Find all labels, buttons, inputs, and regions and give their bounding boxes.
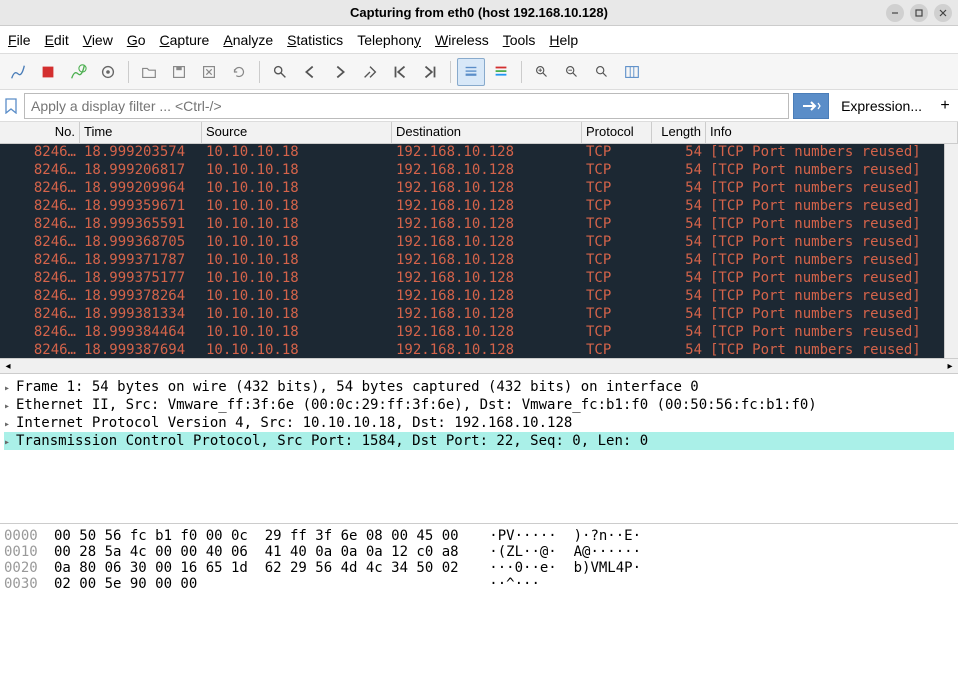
filter-bar: Expression... +: [0, 90, 958, 122]
menu-capture[interactable]: Capture: [160, 32, 210, 48]
tree-row[interactable]: ▸Ethernet II, Src: Vmware_ff:3f:6e (00:0…: [4, 396, 954, 414]
fin-icon[interactable]: [4, 58, 32, 86]
go-first-button[interactable]: [386, 58, 414, 86]
save-file-button[interactable]: [165, 58, 193, 86]
tree-row[interactable]: ▸Internet Protocol Version 4, Src: 10.10…: [4, 414, 954, 432]
column-no[interactable]: No.: [0, 122, 80, 143]
go-forward-button[interactable]: [326, 58, 354, 86]
tree-row[interactable]: ▸Frame 1: 54 bytes on wire (432 bits), 5…: [4, 378, 954, 396]
packet-row[interactable]: 8246…18.99937517710.10.10.18192.168.10.1…: [0, 270, 958, 288]
packet-row[interactable]: 8246…18.99936870510.10.10.18192.168.10.1…: [0, 234, 958, 252]
find-button[interactable]: [266, 58, 294, 86]
menu-help[interactable]: Help: [549, 32, 578, 48]
menu-edit[interactable]: Edit: [45, 32, 69, 48]
menu-analyze[interactable]: Analyze: [223, 32, 273, 48]
colorize-button[interactable]: [487, 58, 515, 86]
toolbar: [0, 54, 958, 90]
open-file-button[interactable]: [135, 58, 163, 86]
window-title: Capturing from eth0 (host 192.168.10.128…: [350, 5, 608, 20]
zoom-out-button[interactable]: [558, 58, 586, 86]
menu-view[interactable]: View: [83, 32, 113, 48]
menu-file[interactable]: File: [8, 32, 31, 48]
go-back-button[interactable]: [296, 58, 324, 86]
packet-list-pane: No. Time Source Destination Protocol Len…: [0, 122, 958, 358]
maximize-button[interactable]: [910, 4, 928, 22]
packet-row[interactable]: 8246…18.99935967110.10.10.18192.168.10.1…: [0, 198, 958, 216]
filter-apply-button[interactable]: [793, 93, 829, 119]
expression-button[interactable]: Expression...: [833, 93, 930, 119]
column-destination[interactable]: Destination: [392, 122, 582, 143]
horizontal-scrollbar[interactable]: ◂▸: [0, 358, 958, 374]
stop-capture-button[interactable]: [34, 58, 62, 86]
resize-columns-button[interactable]: [618, 58, 646, 86]
close-file-button[interactable]: [195, 58, 223, 86]
expand-icon[interactable]: ▸: [4, 383, 16, 394]
menu-telephony[interactable]: Telephony: [357, 32, 421, 48]
tree-row[interactable]: ▸Transmission Control Protocol, Src Port…: [4, 432, 954, 450]
packet-row[interactable]: 8246…18.99920357410.10.10.18192.168.10.1…: [0, 144, 958, 162]
expand-icon[interactable]: ▸: [4, 401, 16, 412]
hex-row[interactable]: 00200a 80 06 30 00 16 65 1d 62 29 56 4d …: [4, 560, 954, 576]
hex-row[interactable]: 001000 28 5a 4c 00 00 40 06 41 40 0a 0a …: [4, 544, 954, 560]
packet-details-pane[interactable]: ▸Frame 1: 54 bytes on wire (432 bits), 5…: [0, 374, 958, 524]
column-time[interactable]: Time: [80, 122, 202, 143]
add-filter-button[interactable]: +: [934, 93, 956, 119]
packet-row[interactable]: 8246…18.99920996410.10.10.18192.168.10.1…: [0, 180, 958, 198]
restart-capture-button[interactable]: [64, 58, 92, 86]
packet-row[interactable]: 8246…18.99938133410.10.10.18192.168.10.1…: [0, 306, 958, 324]
minimize-button[interactable]: [886, 4, 904, 22]
bookmark-icon[interactable]: [2, 94, 20, 118]
hex-row[interactable]: 003002 00 5e 90 00 00 ··^···: [4, 576, 954, 592]
packet-list-rows[interactable]: 8246…18.99920357410.10.10.18192.168.10.1…: [0, 144, 958, 358]
expand-icon[interactable]: ▸: [4, 419, 16, 430]
packet-row[interactable]: 8246…18.99937178710.10.10.18192.168.10.1…: [0, 252, 958, 270]
packet-row[interactable]: 8246…18.99936559110.10.10.18192.168.10.1…: [0, 216, 958, 234]
zoom-in-button[interactable]: [528, 58, 556, 86]
packet-row[interactable]: 8246…18.99937826410.10.10.18192.168.10.1…: [0, 288, 958, 306]
hex-row[interactable]: 000000 50 56 fc b1 f0 00 0c 29 ff 3f 6e …: [4, 528, 954, 544]
display-filter-input[interactable]: [24, 93, 789, 119]
vertical-scrollbar[interactable]: [944, 144, 958, 358]
menu-statistics[interactable]: Statistics: [287, 32, 343, 48]
menu-tools[interactable]: Tools: [503, 32, 536, 48]
go-last-button[interactable]: [416, 58, 444, 86]
column-length[interactable]: Length: [652, 122, 706, 143]
packet-row[interactable]: 8246…18.99938769410.10.10.18192.168.10.1…: [0, 342, 958, 358]
menu-wireless[interactable]: Wireless: [435, 32, 489, 48]
menu-go[interactable]: Go: [127, 32, 146, 48]
packet-row[interactable]: 8246…18.99920681710.10.10.18192.168.10.1…: [0, 162, 958, 180]
auto-scroll-button[interactable]: [457, 58, 485, 86]
packet-bytes-pane[interactable]: 000000 50 56 fc b1 f0 00 0c 29 ff 3f 6e …: [0, 524, 958, 678]
expand-icon[interactable]: ▸: [4, 437, 16, 448]
window-titlebar: Capturing from eth0 (host 192.168.10.128…: [0, 0, 958, 26]
menubar: File Edit View Go Capture Analyze Statis…: [0, 26, 958, 54]
zoom-reset-button[interactable]: [588, 58, 616, 86]
packet-row[interactable]: 8246…18.99938446410.10.10.18192.168.10.1…: [0, 324, 958, 342]
column-info[interactable]: Info: [706, 122, 958, 143]
go-to-packet-button[interactable]: [356, 58, 384, 86]
column-protocol[interactable]: Protocol: [582, 122, 652, 143]
reload-button[interactable]: [225, 58, 253, 86]
packet-list-header: No. Time Source Destination Protocol Len…: [0, 122, 958, 144]
column-source[interactable]: Source: [202, 122, 392, 143]
close-button[interactable]: [934, 4, 952, 22]
capture-options-button[interactable]: [94, 58, 122, 86]
